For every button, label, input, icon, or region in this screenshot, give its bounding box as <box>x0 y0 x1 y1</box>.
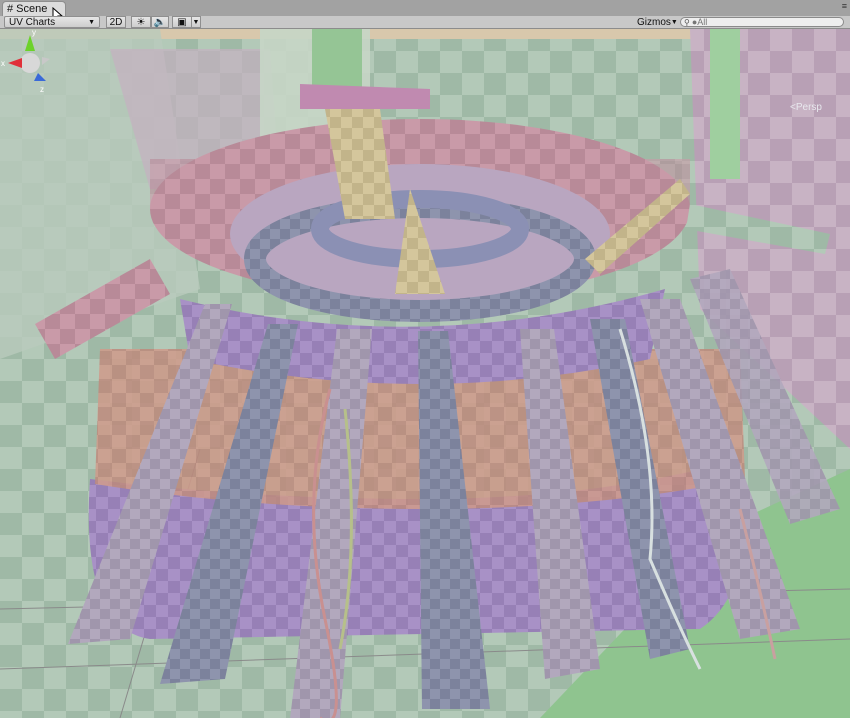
effects-dropdown[interactable]: ▼ <box>191 16 201 28</box>
scene-tab-bar: # Scene ≡ <box>0 0 850 23</box>
grid-icon: # <box>7 2 14 15</box>
scene-tab-label: Scene <box>16 3 48 15</box>
x-axis-label: x <box>1 59 5 68</box>
gizmos-dropdown[interactable]: Gizmos ▼ <box>634 16 678 28</box>
speaker-icon: 🔈 <box>153 16 167 28</box>
search-input[interactable] <box>689 17 832 27</box>
y-axis-cone[interactable] <box>25 35 35 51</box>
scene-render <box>0 29 850 718</box>
chevron-down-icon: ▼ <box>88 18 95 26</box>
window-menu-icon[interactable]: ≡ <box>842 2 847 11</box>
lighting-toggle[interactable]: ☀ <box>131 16 151 28</box>
audio-toggle[interactable]: 🔈 <box>151 16 169 28</box>
scene-toolbar: UV Charts ▼ 2D ☀ 🔈 ▣ ▼ Gizmos ▼ ⚲ <box>0 16 850 29</box>
chevron-down-icon: ▼ <box>670 18 678 26</box>
x-axis-cone[interactable] <box>8 58 22 68</box>
draw-mode-dropdown[interactable]: UV Charts ▼ <box>4 16 100 28</box>
hierarchy-search[interactable]: ⚲ <box>680 17 844 27</box>
2d-mode-toggle[interactable]: 2D <box>106 16 126 28</box>
z-axis-cone[interactable] <box>34 73 46 81</box>
effects-toggle[interactable]: ▣ <box>172 16 192 28</box>
image-icon: ▣ <box>177 16 187 28</box>
y-axis-label: y <box>32 29 36 37</box>
orientation-gizmo[interactable]: y x z <box>0 29 60 109</box>
gizmos-label: Gizmos <box>637 16 671 28</box>
chevron-down-icon: ▼ <box>192 18 200 26</box>
projection-toggle[interactable]: <Persp <box>790 102 822 113</box>
sun-icon: ☀ <box>136 16 146 28</box>
z-axis-label: z <box>40 85 44 94</box>
draw-mode-label: UV Charts <box>9 16 56 28</box>
scene-viewport[interactable]: y x z <Persp <box>0 29 850 718</box>
